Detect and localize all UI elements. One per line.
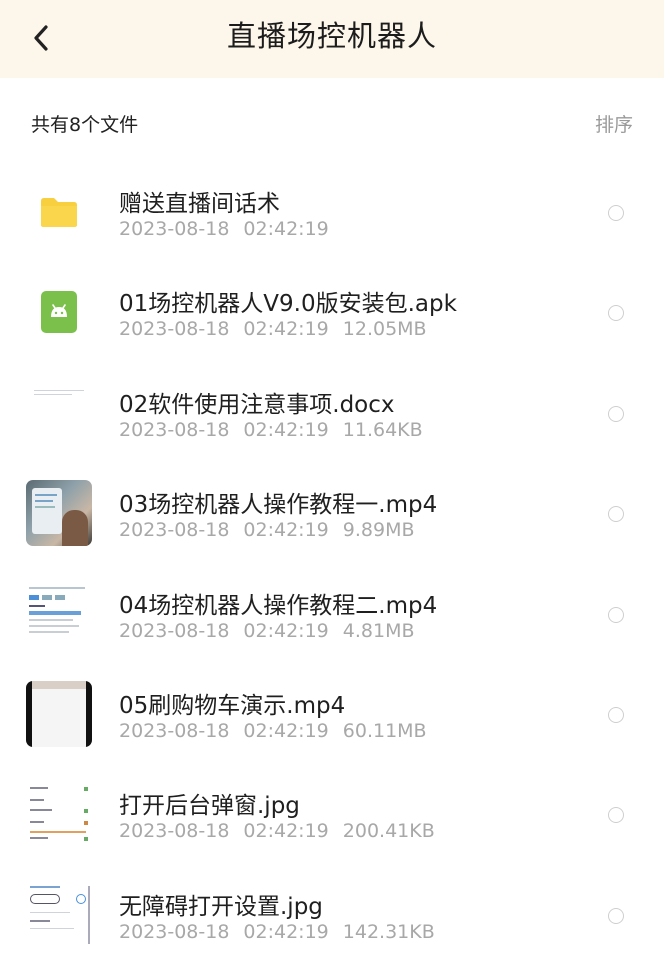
select-radio[interactable] <box>608 506 624 523</box>
summary-row: 共有8个文件 排序 <box>0 100 664 144</box>
file-date: 2023-08-18 <box>119 820 230 843</box>
file-count-label: 共有8个文件 <box>31 114 139 136</box>
file-meta: 2023-08-18 02:42:19 9.89MB <box>119 519 429 541</box>
list-item[interactable]: 03场控机器人操作教程一.mp4 2023-08-18 02:42:19 9.89M… <box>0 463 664 563</box>
image-thumbnail <box>26 781 92 848</box>
file-name: 打开后台弹窗.jpg <box>119 793 300 820</box>
file-time: 02:42:19 <box>243 218 329 240</box>
file-size: 12.05MB <box>342 318 427 341</box>
app-header: 直播场控机器人 <box>0 0 664 78</box>
file-name: 01场控机器人V9.0版安装包.apk <box>119 291 457 318</box>
file-meta: 2023-08-18 02:42:19 142.31KB <box>119 921 449 943</box>
file-meta: 2023-08-18 02:42:19 200.41KB <box>119 820 449 842</box>
file-name: 03场控机器人操作教程一.mp4 <box>119 492 438 519</box>
file-name: 无障碍打开设置.jpg <box>119 893 323 920</box>
sort-button[interactable]: 排序 <box>595 110 633 137</box>
file-meta: 2023-08-18 02:42:19 60.11MB <box>119 720 441 742</box>
file-date: 2023-08-18 <box>119 418 230 441</box>
document-thumbnail <box>26 379 92 446</box>
list-item[interactable]: 04场控机器人操作教程二.mp4 2023-08-18 02:42:19 4.81M… <box>0 564 664 664</box>
file-time: 02:42:19 <box>243 820 329 843</box>
file-date: 2023-08-18 <box>119 519 230 542</box>
file-meta: 2023-08-18 02:42:19 12.05MB <box>119 318 441 340</box>
file-name: 赠送直播间话术 <box>119 191 280 217</box>
list-item[interactable]: 赠送直播间话术 2023-08-18 02:42:19 <box>0 162 664 262</box>
file-time: 02:42:19 <box>243 318 329 341</box>
file-size: 9.89MB <box>342 519 415 542</box>
file-size: 200.41KB <box>342 820 435 843</box>
select-radio[interactable] <box>608 907 624 924</box>
file-name: 04场控机器人操作教程二.mp4 <box>119 592 438 619</box>
file-date: 2023-08-18 <box>119 920 230 943</box>
file-meta: 2023-08-18 02:42:19 <box>119 218 343 240</box>
list-item[interactable]: 无障碍打开设置.jpg 2023-08-18 02:42:19 142.31KB <box>0 865 664 965</box>
file-date: 2023-08-18 <box>119 719 230 742</box>
file-meta: 2023-08-18 02:42:19 4.81MB <box>119 620 429 642</box>
select-radio[interactable] <box>608 205 624 221</box>
file-time: 02:42:19 <box>243 519 329 542</box>
page-title: 直播场控机器人 <box>226 19 437 53</box>
file-time: 02:42:19 <box>243 619 329 642</box>
list-item[interactable]: 05刷购物车演示.mp4 2023-08-18 02:42:19 60.11MB <box>0 664 664 764</box>
file-size: 60.11MB <box>342 719 427 742</box>
file-time: 02:42:19 <box>243 719 329 742</box>
file-name: 05刷购物车演示.mp4 <box>119 692 346 719</box>
select-radio[interactable] <box>608 706 624 723</box>
select-radio[interactable] <box>608 405 624 422</box>
select-radio[interactable] <box>608 606 624 623</box>
file-size: 4.81MB <box>342 619 415 642</box>
list-item[interactable]: 02软件使用注意事项.docx 2023-08-18 02:42:19 11.64K… <box>0 363 664 463</box>
select-radio[interactable] <box>608 305 624 322</box>
file-size: 11.64KB <box>342 418 423 441</box>
file-date: 2023-08-18 <box>119 218 230 240</box>
android-apk-icon <box>26 279 92 345</box>
file-date: 2023-08-18 <box>119 318 230 341</box>
video-thumbnail <box>26 680 92 747</box>
file-time: 02:42:19 <box>243 418 329 441</box>
list-item[interactable]: 01场控机器人V9.0版安装包.apk 2023-08-18 02:42:19 12… <box>0 262 664 362</box>
video-thumbnail <box>26 580 92 647</box>
image-thumbnail <box>26 881 92 948</box>
folder-icon <box>26 179 92 245</box>
video-thumbnail <box>26 480 92 547</box>
file-meta: 2023-08-18 02:42:19 11.64KB <box>119 419 437 441</box>
file-time: 02:42:19 <box>243 920 329 943</box>
file-size: 142.31KB <box>342 920 435 943</box>
file-date: 2023-08-18 <box>119 619 230 642</box>
select-radio[interactable] <box>608 807 624 824</box>
file-list: 赠送直播间话术 2023-08-18 02:42:19 01场控机器人V9.0版安… <box>0 162 664 965</box>
file-name: 02软件使用注意事项.docx <box>119 391 395 418</box>
list-item[interactable]: 打开后台弹窗.jpg 2023-08-18 02:42:19 200.41KB <box>0 764 664 864</box>
